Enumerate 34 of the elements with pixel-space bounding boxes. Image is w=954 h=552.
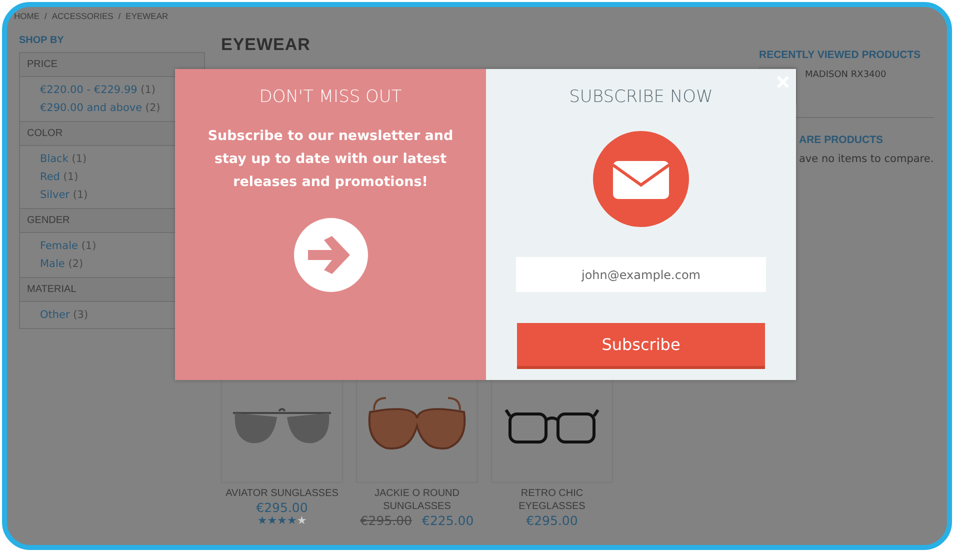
popup-message: Subscribe to our newsletter and stay up to date with our latest releases and promotions! (206, 127, 454, 192)
filter-option[interactable]: Other (3) (40, 309, 88, 321)
breadcrumb-link[interactable]: EYEWEAR (126, 11, 168, 21)
star-rating: ★★★★★ (257, 515, 307, 526)
email-field[interactable]: john@example.com (516, 257, 766, 292)
product-price: €225.00 (422, 513, 474, 528)
product-price: €295.00 (256, 500, 308, 515)
envelope-icon (593, 131, 689, 227)
product-name[interactable]: MADISON RX3400 (805, 70, 886, 105)
breadcrumb-separator: / (118, 11, 121, 21)
form-title: SUBSCRIBE NOW (569, 87, 713, 107)
filter-option[interactable]: Black (1) (40, 153, 87, 165)
empty-message: ave no items to compare. (799, 153, 934, 165)
product-name[interactable]: AVIATOR SUNGLASSES (226, 487, 338, 500)
subscribe-button[interactable]: Subscribe (517, 323, 765, 369)
page-title: EYEWEAR (221, 35, 312, 55)
product-name[interactable]: JACKIE O ROUND SUNGLASSES (356, 487, 478, 513)
section-title: RECENTLY VIEWED PRODUCTS (759, 49, 922, 61)
filter-option[interactable]: Male (2) (40, 258, 84, 270)
breadcrumb-link[interactable]: ACCESSORIES (52, 11, 114, 21)
section-title: ARE PRODUCTS (799, 134, 884, 146)
product-name[interactable]: RETRO CHIC EYEGLASSES (491, 487, 613, 513)
sidebar-title: SHOP BY (19, 35, 65, 46)
filter-heading: PRICE (20, 53, 204, 77)
breadcrumb-separator: / (44, 11, 47, 21)
filter-option[interactable]: €290.00 and above (2) (40, 102, 160, 114)
breadcrumb-link[interactable]: HOME (14, 11, 40, 21)
filter-option[interactable]: Female (1) (40, 240, 96, 252)
filter-option[interactable]: Red (1) (40, 171, 78, 183)
filter-option[interactable]: Silver (1) (40, 189, 88, 201)
product-price: €295.00 (526, 513, 578, 528)
old-price: €295.00 (360, 513, 412, 528)
filter-option[interactable]: €220.00 - €229.99 (1) (40, 84, 156, 96)
popup-title: DON'T MISS OUT (259, 87, 402, 107)
